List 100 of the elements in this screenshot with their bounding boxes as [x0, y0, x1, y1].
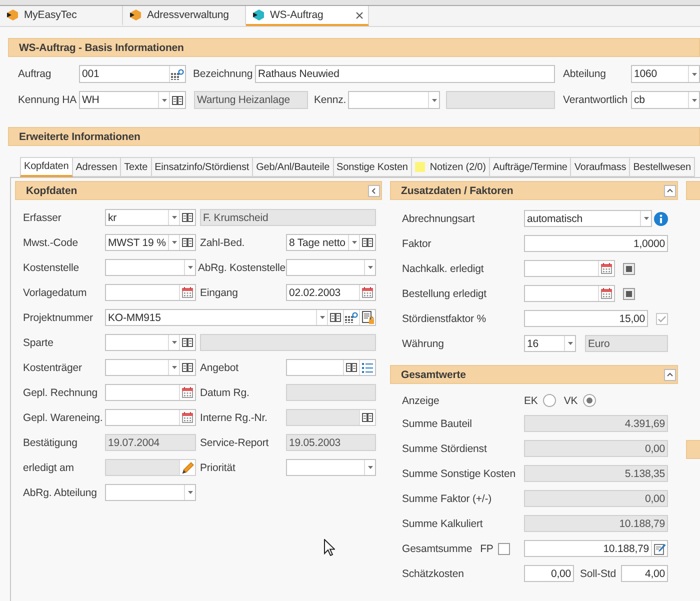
- field-label: Datum Rg.: [199, 386, 250, 398]
- readonly-field: 0,00: [524, 440, 668, 457]
- field-label: Summe Sonstige Kosten: [402, 468, 516, 480]
- date-field[interactable]: [105, 384, 196, 401]
- radio-button[interactable]: [582, 394, 596, 407]
- dropdown-field[interactable]: kr: [105, 209, 196, 226]
- tab[interactable]: Adressen: [72, 157, 122, 177]
- tab[interactable]: Aufträge/Termine: [490, 157, 572, 177]
- dropdown-field[interactable]: [105, 359, 196, 376]
- caret-icon[interactable]: [172, 341, 176, 344]
- tab[interactable]: Notizen (2/0): [412, 157, 490, 177]
- tab[interactable]: Einsatzinfo/Stördienst: [152, 157, 254, 177]
- caret-icon[interactable]: [320, 316, 324, 319]
- dropdown-field[interactable]: 8 Tage netto: [286, 234, 376, 251]
- dropdown-field[interactable]: [105, 259, 196, 276]
- document-lock-icon[interactable]: [362, 311, 374, 324]
- dropdown-field[interactable]: [286, 259, 376, 276]
- grid-search-icon[interactable]: [345, 312, 358, 323]
- caret-icon[interactable]: [172, 241, 176, 244]
- date-field[interactable]: [105, 409, 196, 426]
- close-icon[interactable]: [356, 12, 363, 18]
- number-field[interactable]: 10.188,79: [524, 540, 668, 557]
- caret-icon[interactable]: [188, 266, 192, 269]
- book-icon[interactable]: [330, 313, 341, 322]
- tab[interactable]: Geb/Anl/Bauteile: [253, 157, 334, 177]
- book-icon[interactable]: [182, 213, 193, 222]
- date-field[interactable]: [524, 260, 615, 277]
- info-icon[interactable]: [654, 212, 668, 226]
- dropdown-field[interactable]: [105, 334, 196, 351]
- caret-icon[interactable]: [352, 241, 356, 244]
- book-icon[interactable]: [182, 238, 193, 247]
- caret-icon[interactable]: [172, 216, 176, 219]
- dropdown-field[interactable]: [348, 91, 440, 109]
- tab[interactable]: Sonstige Kosten: [334, 157, 412, 177]
- section-title: Gesamtwerte: [401, 368, 466, 380]
- pencil-icon[interactable]: [182, 462, 194, 474]
- grid-search-icon[interactable]: [171, 68, 184, 80]
- calendar-icon[interactable]: [182, 412, 193, 423]
- dropdown-field[interactable]: [105, 484, 196, 501]
- book-icon[interactable]: [362, 413, 373, 422]
- tab[interactable]: Bestellwesen: [630, 157, 695, 177]
- tab[interactable]: Voraufmass: [571, 157, 630, 177]
- field-label: Anzeige: [402, 394, 440, 406]
- checkbox[interactable]: [623, 288, 635, 300]
- caret-icon[interactable]: [692, 72, 696, 76]
- dropdown-field[interactable]: cb: [631, 91, 700, 109]
- field-label[interactable]: VK: [564, 394, 578, 406]
- readonly-field: Euro: [585, 335, 668, 352]
- collapse-icon[interactable]: [368, 184, 380, 196]
- date-field[interactable]: [105, 284, 196, 301]
- dropdown-field[interactable]: automatisch: [524, 210, 652, 227]
- collapse-icon[interactable]: [664, 368, 676, 380]
- caret-icon[interactable]: [568, 342, 572, 345]
- collapse-icon[interactable]: [664, 184, 676, 196]
- caret-icon[interactable]: [368, 466, 372, 469]
- caret-icon[interactable]: [188, 491, 192, 494]
- calendar-icon[interactable]: [182, 287, 193, 298]
- dropdown-field[interactable]: [286, 459, 376, 476]
- document-tab[interactable]: WS-Auftrag: [246, 6, 369, 26]
- book-icon[interactable]: [362, 238, 373, 247]
- checkbox[interactable]: [498, 542, 510, 554]
- field-label: Mwst.-Code: [23, 236, 80, 248]
- calendar-icon[interactable]: [182, 387, 193, 398]
- field-label: Abteilung: [563, 68, 607, 80]
- text-field[interactable]: 001: [79, 65, 186, 83]
- caret-icon[interactable]: [368, 266, 372, 269]
- number-field[interactable]: 4,00: [620, 565, 668, 582]
- book-icon[interactable]: [172, 96, 183, 104]
- book-icon[interactable]: [182, 363, 193, 372]
- tab[interactable]: Kopfdaten: [20, 157, 73, 177]
- dropdown-field[interactable]: 1060: [631, 65, 700, 83]
- radio-button[interactable]: [542, 394, 556, 407]
- tab[interactable]: Texte: [121, 157, 152, 177]
- readonly-field: 0,00: [524, 490, 668, 507]
- caret-icon[interactable]: [644, 217, 648, 220]
- number-field[interactable]: 0,00: [524, 565, 574, 582]
- caret-icon[interactable]: [692, 98, 696, 102]
- calendar-icon[interactable]: [601, 263, 612, 274]
- checkbox[interactable]: [623, 262, 635, 274]
- number-field[interactable]: 1,0000: [524, 235, 668, 252]
- text-field[interactable]: [286, 359, 376, 376]
- dropdown-field[interactable]: KO-MM915: [105, 309, 376, 326]
- date-field[interactable]: 02.02.2003: [286, 284, 376, 301]
- edit-icon[interactable]: [654, 542, 666, 554]
- caret-icon[interactable]: [172, 366, 176, 369]
- field-label: Projektnummer: [23, 312, 94, 324]
- caret-icon[interactable]: [162, 98, 166, 102]
- dropdown-field[interactable]: WH: [79, 91, 186, 109]
- date-field[interactable]: [524, 285, 615, 302]
- dropdown-field[interactable]: 16: [524, 335, 576, 352]
- field-label[interactable]: EK: [524, 394, 538, 406]
- text-field[interactable]: Rathaus Neuwied: [255, 65, 555, 83]
- book-icon[interactable]: [182, 338, 193, 347]
- list-icon[interactable]: [362, 362, 373, 372]
- book-icon[interactable]: [346, 363, 357, 372]
- calendar-icon[interactable]: [601, 288, 612, 299]
- dropdown-field[interactable]: MWST 19 %: [105, 234, 196, 251]
- caret-icon[interactable]: [432, 98, 436, 102]
- field-label: Verantwortlich: [563, 94, 629, 106]
- calendar-icon[interactable]: [362, 287, 373, 298]
